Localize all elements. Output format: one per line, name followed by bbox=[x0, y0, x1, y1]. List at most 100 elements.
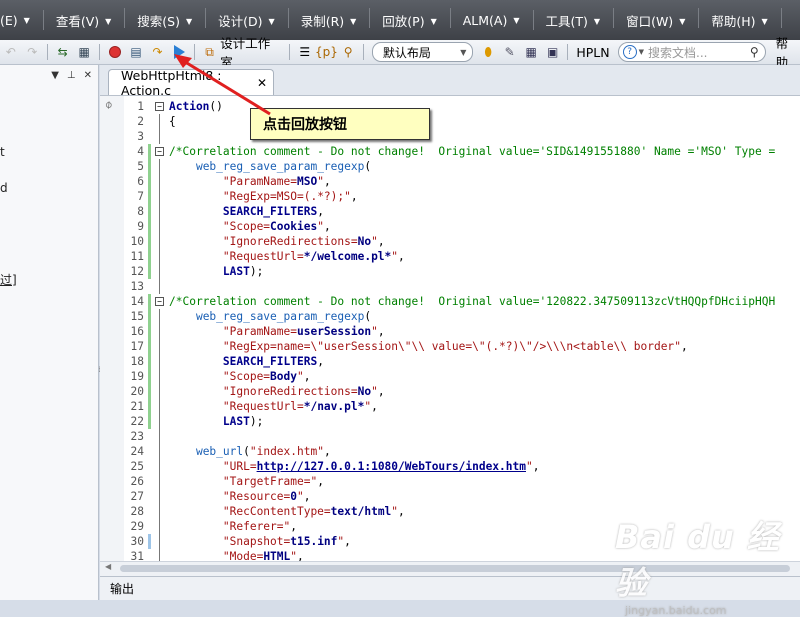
compile-icon[interactable]: ⇆ bbox=[54, 43, 71, 61]
close-icon[interactable]: ✕ bbox=[84, 70, 92, 81]
code-text: "ParamName=MSO", bbox=[222, 175, 331, 188]
code-text: SEARCH_FILTERS, bbox=[222, 355, 324, 368]
brush-icon[interactable]: ✎ bbox=[501, 43, 518, 61]
code-text: "RegExp=MSO=(.*?);", bbox=[222, 190, 358, 203]
change-marker bbox=[148, 384, 151, 399]
line-number: 5 bbox=[137, 160, 144, 173]
change-marker bbox=[148, 369, 151, 384]
menu-item[interactable]: 窗口(W) ▼ bbox=[614, 7, 700, 30]
change-marker bbox=[148, 189, 151, 204]
tree-item-fragment[interactable]: 过] bbox=[0, 271, 17, 288]
fold-guide bbox=[159, 219, 160, 234]
search-dropdown-icon: ▼ bbox=[638, 48, 645, 56]
line-number: 24 bbox=[130, 445, 144, 458]
line-number: 27 bbox=[130, 490, 144, 503]
menu-item[interactable]: 工具(T) ▼ bbox=[534, 7, 615, 30]
line-number: 17 bbox=[130, 340, 144, 353]
line-number: 12 bbox=[130, 265, 144, 278]
code-text: /*Correlation comment - Do not change! O… bbox=[169, 295, 776, 308]
line-number: 26 bbox=[130, 475, 144, 488]
separator bbox=[98, 44, 100, 60]
code-text: "Scope=Cookies", bbox=[222, 220, 331, 233]
code-text: "IgnoreRedirections=No", bbox=[222, 235, 385, 248]
menu-item[interactable]: ALM(A) ▼ bbox=[451, 9, 534, 30]
toolbar: ↶ ↷ ⇆ ▦ ▤ ↷ ⧉ 设计工作室 ☰ {p} ⚲ 默认布局 ▼ ⬮ ✎ ▦… bbox=[0, 36, 800, 70]
list-icon[interactable]: ☰ bbox=[296, 43, 313, 61]
fold-guide bbox=[159, 114, 160, 129]
menu-item[interactable]: (E) ▼ bbox=[0, 9, 44, 30]
fold-guide bbox=[159, 189, 160, 204]
line-number: 13 bbox=[130, 280, 144, 293]
line-number: 6 bbox=[137, 175, 144, 188]
menu-dropdown-icon: ▼ bbox=[268, 16, 275, 26]
change-marker bbox=[148, 294, 151, 309]
fold-guide bbox=[159, 174, 160, 189]
hpln-button[interactable]: HPLN bbox=[576, 45, 609, 60]
fold-guide bbox=[159, 414, 160, 429]
code-text: "RequestUrl=*/nav.pl*", bbox=[222, 400, 378, 413]
layout-select[interactable]: 默认布局 ▼ bbox=[371, 42, 474, 62]
search-icon[interactable]: ⚲ bbox=[750, 45, 759, 59]
change-marker bbox=[148, 249, 151, 264]
pin-icon[interactable]: ⊥ bbox=[67, 70, 76, 81]
tiles-icon[interactable]: ▦ bbox=[522, 43, 539, 61]
params-icon[interactable]: {p} bbox=[315, 43, 338, 61]
code-text: "URL=http://127.0.0.1:1080/WebTours/inde… bbox=[222, 460, 540, 473]
line-number: 14 bbox=[130, 295, 144, 308]
code-text: "Scope=Body", bbox=[222, 370, 311, 383]
change-marker bbox=[148, 414, 151, 429]
watermark-url: jingyan.baidu.com bbox=[625, 604, 727, 617]
menu-dropdown-icon: ▼ bbox=[679, 16, 686, 26]
redo-icon[interactable]: ↷ bbox=[23, 43, 40, 61]
keyword-icon[interactable]: ⚲ bbox=[339, 43, 356, 61]
code-editor[interactable]: 1− Action() 2{3 4−/*Correlation comment - D… bbox=[124, 96, 800, 561]
line-number: 15 bbox=[130, 310, 144, 323]
menu-dropdown-icon: ▼ bbox=[23, 15, 30, 25]
record-button[interactable] bbox=[106, 43, 123, 61]
code-text: web_url("index.htm", bbox=[195, 445, 331, 458]
code-text: "RecContentType=text/html", bbox=[222, 505, 405, 518]
bookmark-icon[interactable]: ⬮ bbox=[479, 43, 496, 61]
menu-item[interactable]: 搜索(S) ▼ bbox=[125, 7, 207, 30]
grid-icon[interactable]: ▦ bbox=[75, 43, 92, 61]
chevron-down-icon: ▼ bbox=[460, 47, 467, 57]
window-icon[interactable]: ▣ bbox=[544, 43, 561, 61]
fold-toggle-icon[interactable]: − bbox=[155, 102, 164, 111]
fold-toggle-icon[interactable]: − bbox=[155, 147, 164, 156]
line-number: 25 bbox=[130, 460, 144, 473]
menu-item[interactable]: 录制(R) ▼ bbox=[289, 7, 371, 30]
left-panel: ▼ ⊥ ✕ t d 过] ⁞ bbox=[0, 65, 101, 600]
red-arrow-annotation bbox=[174, 54, 271, 116]
tree-item-fragment[interactable]: d bbox=[0, 181, 8, 195]
menu-dropdown-icon: ▼ bbox=[513, 15, 520, 25]
code-text: web_reg_save_param_regexp( bbox=[195, 310, 372, 323]
code-text: "RegExp=name=\"userSession\"\\ value=\"(… bbox=[222, 340, 688, 353]
line-number: 11 bbox=[130, 250, 144, 263]
code-text: "IgnoreRedirections=No", bbox=[222, 385, 385, 398]
fold-guide bbox=[159, 384, 160, 399]
code-text: /*Correlation comment - Do not change! O… bbox=[169, 145, 776, 158]
scroll-left-icon[interactable]: ◀ bbox=[105, 562, 111, 571]
menu-item[interactable]: 帮助(H) ▼ bbox=[699, 7, 782, 30]
panel-menu-icon[interactable]: ▼ bbox=[51, 70, 59, 81]
tree-item-fragment[interactable]: t bbox=[0, 145, 5, 159]
search-input[interactable]: 搜索文档... bbox=[648, 44, 707, 61]
fold-guide bbox=[159, 429, 160, 444]
search-box[interactable]: ? ▼ 搜索文档... ⚲ bbox=[617, 42, 766, 62]
line-number: 7 bbox=[137, 190, 144, 203]
line-number: 22 bbox=[130, 415, 144, 428]
fold-guide bbox=[159, 489, 160, 504]
line-number: 1 bbox=[137, 100, 144, 113]
fold-toggle-icon[interactable]: − bbox=[155, 297, 164, 306]
menu-item[interactable]: 设计(D) ▼ bbox=[206, 7, 289, 30]
menu-item[interactable]: 回放(P) ▼ bbox=[370, 7, 452, 30]
undo-icon[interactable]: ↶ bbox=[2, 43, 19, 61]
menu-dropdown-icon: ▼ bbox=[430, 16, 437, 26]
script-icon[interactable]: ▤ bbox=[127, 43, 144, 61]
watermark-logo: Bai du 经验 bbox=[615, 518, 780, 602]
line-number: 21 bbox=[130, 400, 144, 413]
fold-guide bbox=[159, 249, 160, 264]
step-over-icon[interactable]: ↷ bbox=[149, 43, 166, 61]
output-label: 输出 bbox=[110, 582, 135, 596]
menu-item[interactable]: 查看(V) ▼ bbox=[44, 7, 126, 30]
